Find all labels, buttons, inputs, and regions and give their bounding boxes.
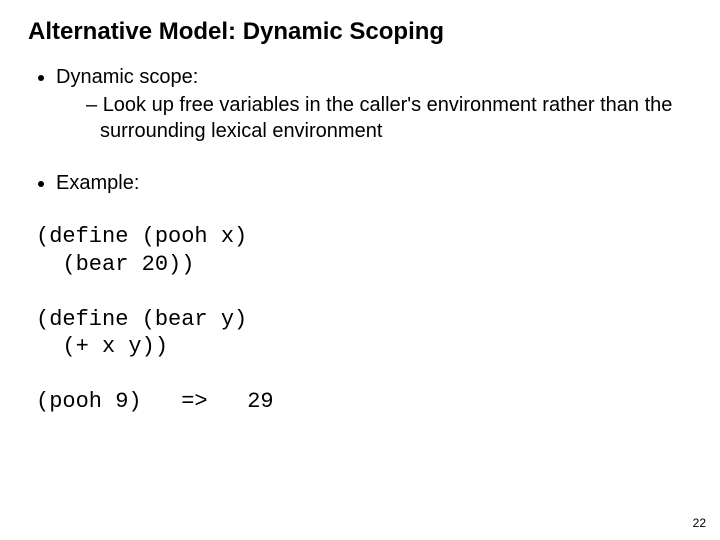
subbullet-list: Look up free variables in the caller's e… [86, 92, 692, 144]
code-example: (define (pooh x) (bear 20)) (define (bea… [36, 223, 692, 416]
subbullet-lookup: Look up free variables in the caller's e… [86, 92, 692, 144]
slide: Alternative Model: Dynamic Scoping Dynam… [0, 0, 720, 540]
bullet-list: Dynamic scope: Look up free variables in… [28, 64, 692, 144]
bullet-dynamic-scope-text: Dynamic scope: [56, 66, 198, 88]
bullet-example: Example: [56, 172, 692, 195]
bullet-dynamic-scope: Dynamic scope: Look up free variables in… [56, 64, 692, 144]
example-label-list: Example: [28, 172, 692, 195]
slide-title: Alternative Model: Dynamic Scoping [28, 18, 692, 46]
page-number: 22 [693, 516, 706, 530]
